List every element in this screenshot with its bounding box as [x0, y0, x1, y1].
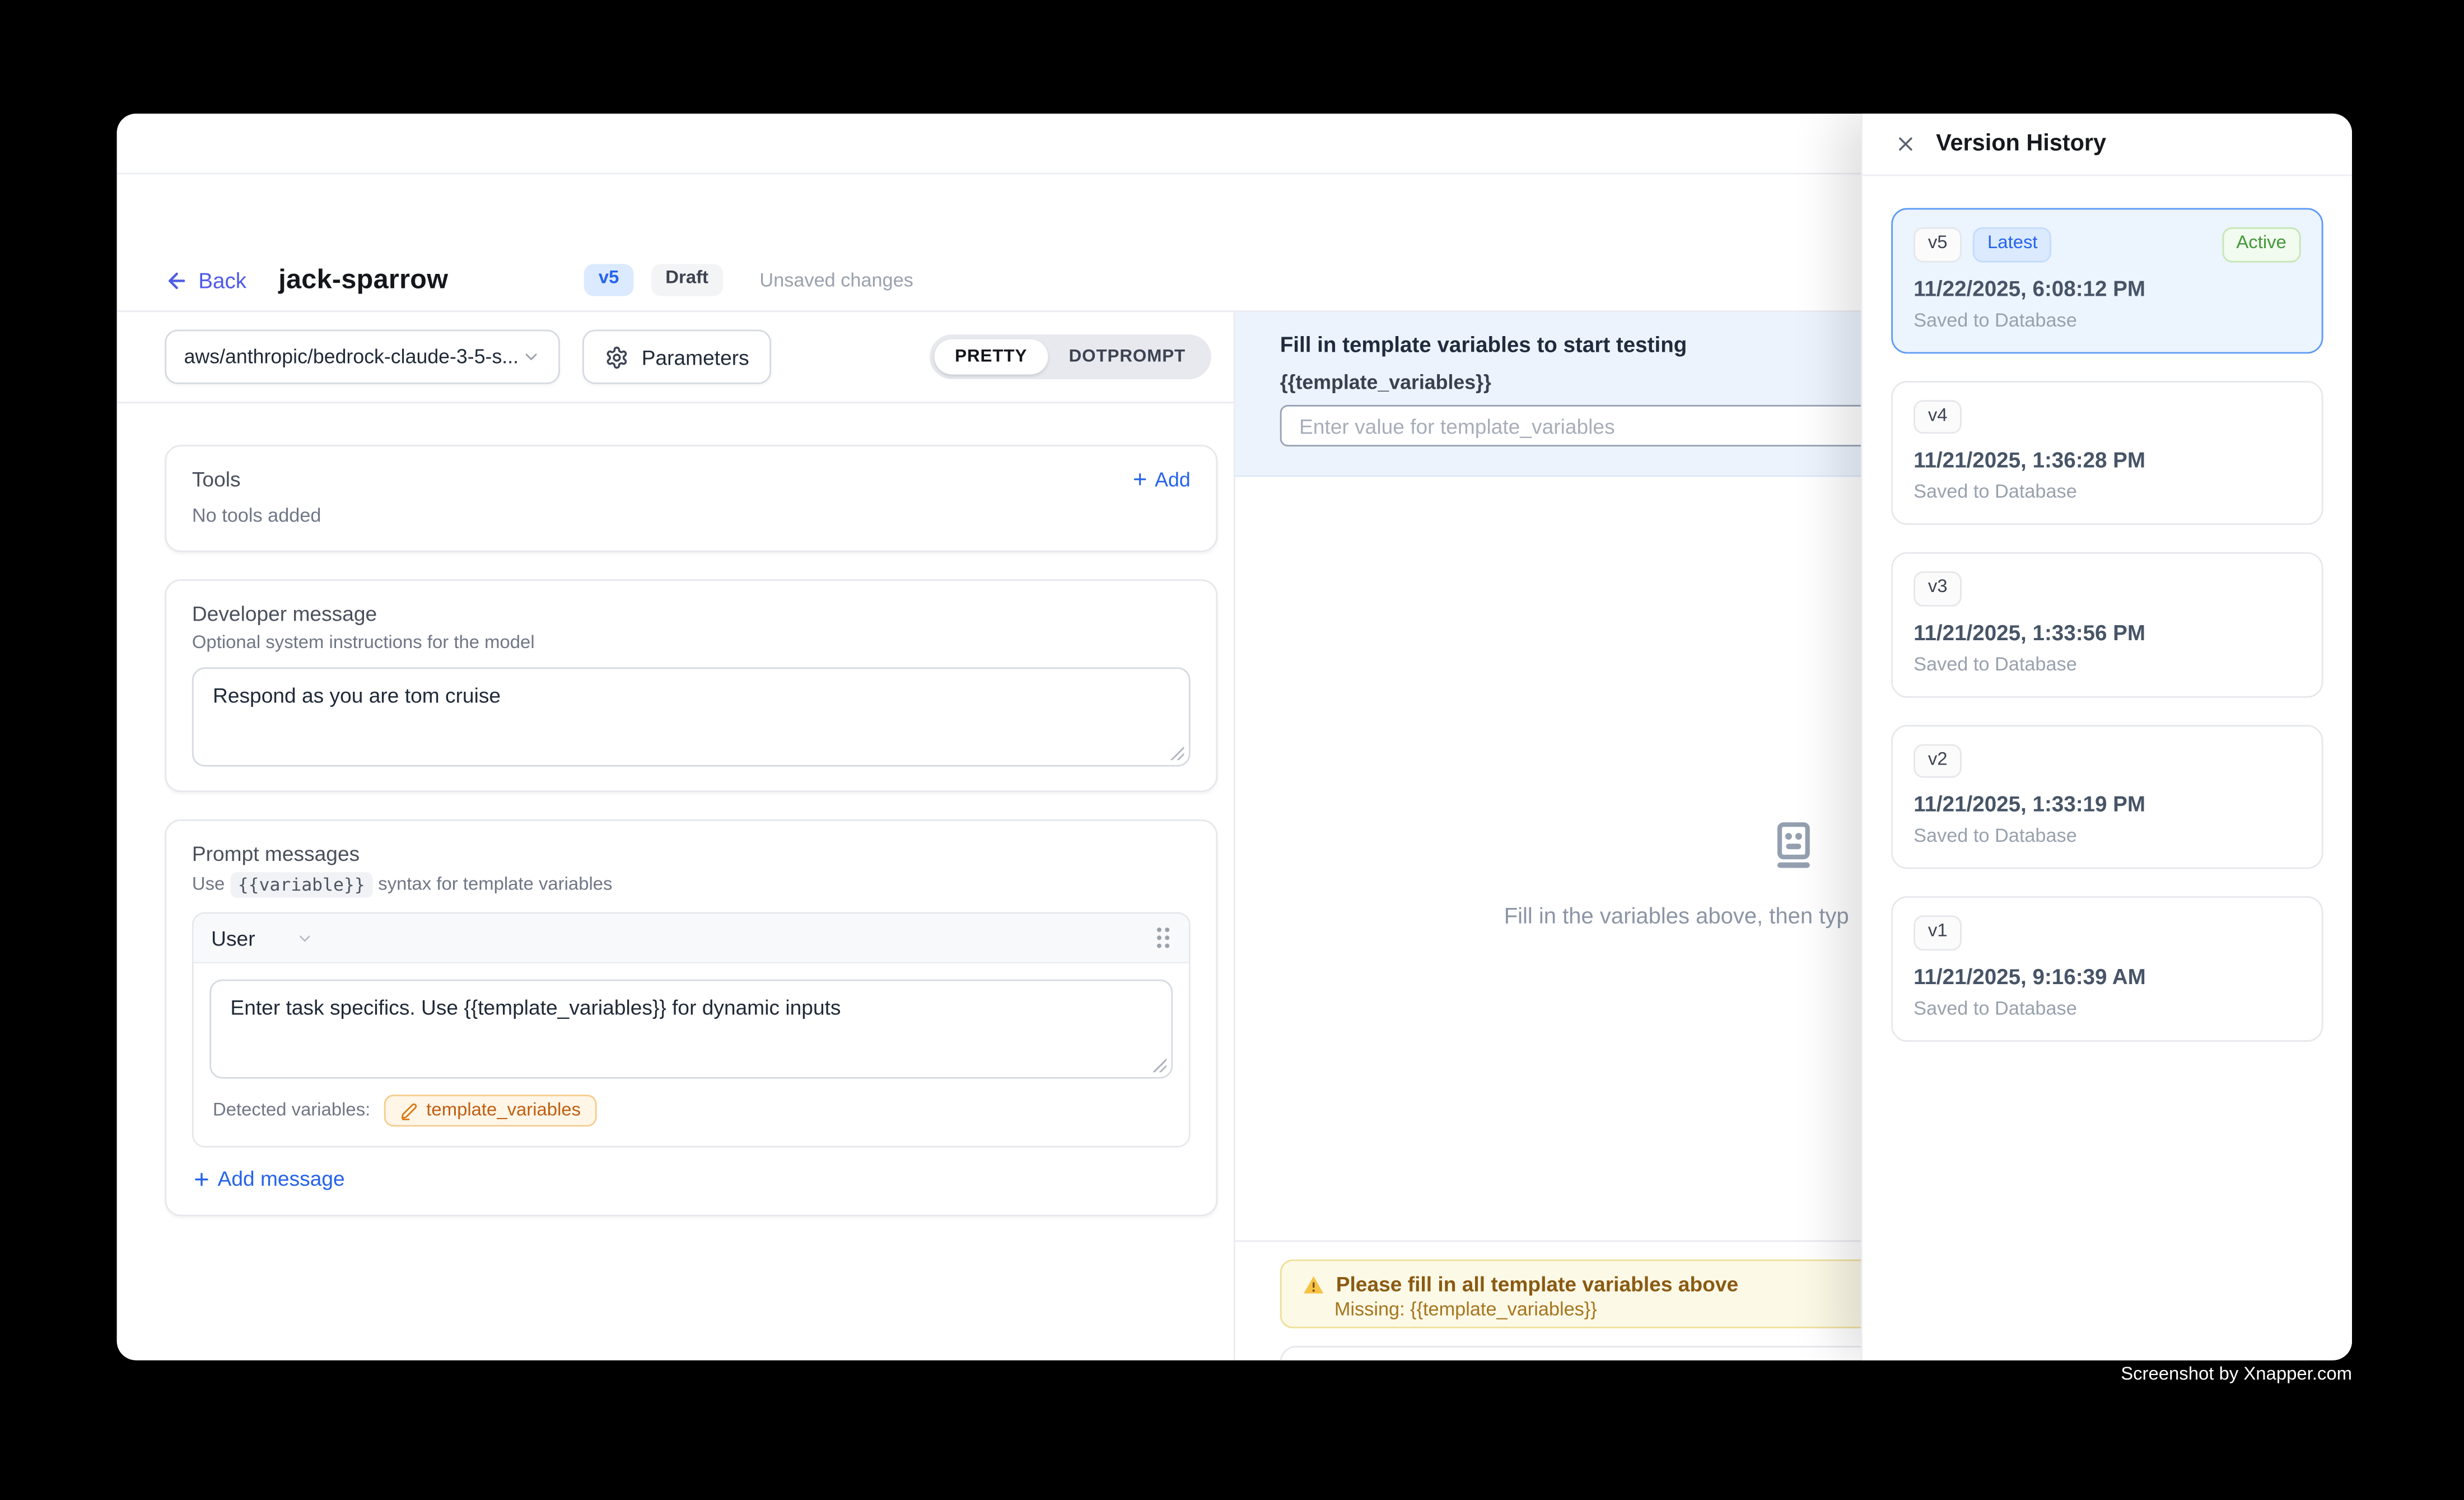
detected-variable-name: template_variables	[426, 1101, 581, 1120]
detected-variable-chip[interactable]: template_variables	[385, 1094, 597, 1126]
warning-title: Please fill in all template variables ab…	[1336, 1272, 1738, 1296]
back-arrow-icon	[165, 268, 189, 292]
xnapper-watermark: Screenshot by Xnapper.com	[2121, 1365, 2352, 1384]
version-entry-v1[interactable]: v1 11/21/2025, 9:16:39 AM Saved to Datab…	[1891, 896, 2323, 1041]
plus-icon	[192, 1169, 211, 1188]
version-badge: v5	[584, 264, 633, 296]
developer-message-title: Developer message	[192, 602, 1191, 626]
model-select[interactable]: aws/anthropic/bedrock-claude-3-5-s...	[165, 330, 560, 384]
tools-card: Tools Add No tools added	[165, 445, 1217, 552]
add-message-label: Add message	[218, 1167, 345, 1191]
version-entry-v3[interactable]: v3 11/21/2025, 1:33:56 PM Saved to Datab…	[1891, 552, 2323, 697]
warning-icon	[1303, 1273, 1325, 1296]
developer-message-subtitle: Optional system instructions for the mod…	[192, 633, 1191, 653]
version-number-badge: v1	[1914, 915, 1962, 949]
parameters-button[interactable]: Parameters	[582, 330, 772, 384]
version-entry-v4[interactable]: v4 11/21/2025, 1:36:28 PM Saved to Datab…	[1891, 380, 2323, 525]
model-select-value: aws/anthropic/bedrock-claude-3-5-s...	[184, 346, 519, 368]
close-icon[interactable]	[1894, 133, 1917, 155]
pencil-icon	[401, 1102, 418, 1119]
prompt-messages-title: Prompt messages	[192, 842, 1191, 866]
version-saved-label: Saved to Database	[1914, 480, 2300, 502]
version-saved-label: Saved to Database	[1914, 308, 2300, 330]
back-label: Back	[198, 268, 246, 292]
developer-message-card: Developer message Optional system instru…	[165, 579, 1217, 792]
editor-toolbar: aws/anthropic/bedrock-claude-3-5-s... Pa…	[117, 312, 1234, 403]
screenshot-stage: Back jack-sparrow v5 Draft Unsaved chang…	[0, 0, 2464, 1500]
chevron-down-icon	[297, 929, 314, 947]
plus-icon	[1131, 471, 1148, 488]
message-block: User	[192, 912, 1191, 1148]
tools-title: Tools	[192, 467, 241, 491]
version-timestamp: 11/21/2025, 9:16:39 AM	[1914, 965, 2300, 989]
unsaved-changes-label: Unsaved changes	[759, 269, 913, 291]
toggle-dotprompt[interactable]: DOTPROMPT	[1048, 339, 1206, 375]
version-number-badge: v5	[1914, 227, 1962, 262]
parameters-label: Parameters	[642, 345, 749, 369]
version-history-title: Version History	[1936, 131, 2106, 157]
toggle-pretty[interactable]: PRETTY	[934, 339, 1048, 375]
gear-icon	[605, 345, 629, 369]
resize-grip-icon[interactable]	[1170, 746, 1184, 760]
syntax-code-chip: {{variable}}	[230, 872, 373, 897]
empty-state-text: Fill in the variables above, then typ	[1504, 902, 1849, 928]
version-history-panel: Version History v5 Latest Active 11/22/2…	[1861, 114, 2352, 1361]
message-header: User	[194, 914, 1189, 963]
drag-handle-icon[interactable]	[1155, 926, 1172, 949]
version-saved-label: Saved to Database	[1914, 824, 2300, 847]
latest-badge: Latest	[1973, 227, 2052, 262]
draft-badge: Draft	[651, 264, 723, 296]
version-saved-label: Saved to Database	[1914, 996, 2300, 1019]
back-button[interactable]: Back	[165, 268, 246, 292]
page-title: jack-sparrow	[278, 264, 448, 296]
version-list: v5 Latest Active 11/22/2025, 6:08:12 PM …	[1863, 176, 2352, 1041]
role-select-value: User	[211, 926, 255, 950]
add-tool-button[interactable]: Add	[1131, 468, 1190, 491]
add-tool-label: Add	[1155, 468, 1191, 491]
chevron-down-icon	[521, 347, 540, 366]
syntax-prefix: Use	[192, 875, 225, 895]
prompt-messages-card: Prompt messages Use {{variable}} syntax …	[165, 819, 1217, 1217]
syntax-hint: Use {{variable}} syntax for template var…	[192, 874, 1191, 895]
version-saved-label: Saved to Database	[1914, 652, 2300, 674]
version-number-badge: v4	[1914, 399, 1962, 434]
syntax-suffix: syntax for template variables	[378, 875, 612, 895]
detected-variables-label: Detected variables:	[213, 1101, 370, 1120]
version-timestamp: 11/21/2025, 1:33:19 PM	[1914, 792, 2300, 816]
active-status-badge: Active	[2222, 227, 2301, 262]
add-message-button[interactable]: Add message	[192, 1167, 1191, 1191]
bot-face-icon	[1765, 816, 1822, 874]
version-timestamp: 11/21/2025, 1:33:56 PM	[1914, 620, 2300, 644]
version-entry-v5[interactable]: v5 Latest Active 11/22/2025, 6:08:12 PM …	[1891, 208, 2323, 353]
version-number-badge: v3	[1914, 571, 1962, 605]
version-entry-v2[interactable]: v2 11/21/2025, 1:33:19 PM Saved to Datab…	[1891, 724, 2323, 869]
resize-grip-icon[interactable]	[1152, 1058, 1166, 1073]
editor-column: aws/anthropic/bedrock-claude-3-5-s... Pa…	[117, 312, 1235, 1360]
developer-message-input[interactable]	[192, 667, 1191, 766]
no-tools-text: No tools added	[192, 504, 1191, 527]
role-select[interactable]: User	[211, 926, 314, 950]
message-content-input[interactable]	[209, 980, 1173, 1079]
version-number-badge: v2	[1914, 743, 1962, 777]
version-timestamp: 11/22/2025, 6:08:12 PM	[1914, 276, 2300, 300]
version-timestamp: 11/21/2025, 1:36:28 PM	[1914, 448, 2300, 472]
format-toggle: PRETTY DOTPROMPT	[929, 334, 1211, 379]
